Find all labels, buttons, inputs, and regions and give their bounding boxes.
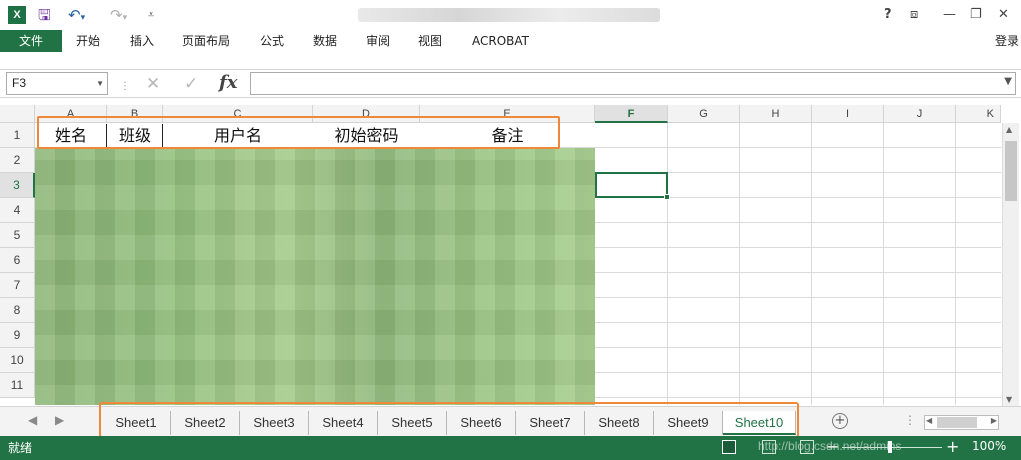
tab-file[interactable]: 文件 (0, 30, 62, 52)
sheet-tabs-highlight-box (99, 402, 799, 438)
column-header-k[interactable]: K (956, 105, 1001, 123)
row-header-3[interactable]: 3 (0, 173, 35, 198)
close-button[interactable]: ✕ (998, 5, 1009, 25)
gridline (667, 123, 668, 405)
save-icon[interactable]: 🖫 (38, 5, 51, 25)
title-bar: X 🖫 ↶▾ ↷▾ ⩡ ? ⧈ — ❐ ✕ (0, 0, 1021, 30)
help-button[interactable]: ? (884, 5, 892, 25)
column-header-i[interactable]: I (812, 105, 884, 123)
ribbon-tabs: 文件 开始 插入 页面布局 公式 数据 审阅 视图 ACROBAT 登录 (0, 30, 1021, 52)
column-header-h[interactable]: H (740, 105, 812, 123)
undo-icon[interactable]: ↶▾ (68, 5, 85, 28)
zoom-level[interactable]: 100% (972, 439, 1006, 453)
tab-view[interactable]: 视图 (418, 30, 442, 52)
header-highlight-box (37, 116, 560, 149)
normal-view-icon[interactable] (722, 440, 736, 454)
ribbon-collapsed-area (0, 52, 1021, 70)
row-header-6[interactable]: 6 (0, 248, 35, 273)
minimize-button[interactable]: — (943, 5, 956, 25)
tab-home[interactable]: 开始 (76, 30, 100, 52)
prev-sheet-icon[interactable]: ◀ (28, 413, 37, 427)
tab-acrobat[interactable]: ACROBAT (472, 30, 529, 52)
excel-icon: X (8, 6, 26, 24)
formula-bar: F3 ▼ ⋮ ✕ ✓ fx ▼ (0, 70, 1021, 98)
expand-formula-icon[interactable]: ▼ (1004, 76, 1012, 87)
tab-formulas[interactable]: 公式 (260, 30, 284, 52)
zoom-out-button[interactable]: − (826, 437, 839, 456)
more-dots-icon: ⋮ (120, 81, 130, 92)
status-bar: 就绪 http://blog.csdn.net/admins − + 100% (0, 436, 1021, 460)
row-header-8[interactable]: 8 (0, 298, 35, 323)
customize-icon[interactable]: ⩡ (148, 5, 154, 25)
row-header-1[interactable]: 1 (0, 123, 35, 148)
scroll-left-icon[interactable]: ◀ (926, 416, 932, 425)
insert-function-icon[interactable]: fx (219, 72, 237, 93)
scroll-down-icon[interactable]: ▼ (1006, 395, 1012, 404)
vertical-scrollbar[interactable]: ▲ ▼ (1002, 123, 1019, 406)
zoom-slider[interactable] (842, 447, 942, 448)
column-header-g[interactable]: G (668, 105, 740, 123)
horizontal-scrollbar[interactable]: ◀ ▶ (924, 415, 999, 430)
horizontal-scroll-thumb[interactable] (937, 417, 977, 428)
formula-input[interactable]: ▼ (250, 72, 1016, 95)
gridline (955, 123, 956, 405)
column-header-j[interactable]: J (884, 105, 956, 123)
row-header-7[interactable]: 7 (0, 273, 35, 298)
more-dots-icon: ⋮ (904, 413, 916, 427)
worksheet-grid[interactable]: A B C D E F G H I J K 1 2 3 4 5 6 7 8 9 … (0, 105, 1021, 405)
chevron-down-icon[interactable]: ▼ (96, 73, 104, 94)
gridline (811, 123, 812, 405)
name-box[interactable]: F3 ▼ (6, 72, 108, 95)
cancel-icon[interactable]: ✕ (146, 73, 160, 95)
tab-data[interactable]: 数据 (313, 30, 337, 52)
row-header-4[interactable]: 4 (0, 198, 35, 223)
row-header-11[interactable]: 11 (0, 373, 35, 398)
page-layout-view-icon[interactable] (762, 440, 776, 454)
vertical-scroll-thumb[interactable] (1005, 141, 1017, 201)
next-sheet-icon[interactable]: ▶ (55, 413, 64, 427)
column-header-f[interactable]: F (595, 105, 668, 123)
ribbon-display-icon[interactable]: ⧈ (910, 5, 918, 25)
row-header-5[interactable]: 5 (0, 223, 35, 248)
gridline (883, 123, 884, 405)
tab-insert[interactable]: 插入 (130, 30, 154, 52)
name-box-value: F3 (12, 76, 27, 90)
fill-handle[interactable] (664, 194, 670, 200)
status-ready: 就绪 (8, 441, 33, 455)
restore-button[interactable]: ❐ (970, 5, 982, 25)
scroll-up-icon[interactable]: ▲ (1006, 125, 1012, 134)
tab-review[interactable]: 审阅 (366, 30, 390, 52)
row-header-2[interactable]: 2 (0, 148, 35, 173)
enter-icon[interactable]: ✓ (184, 73, 198, 95)
add-sheet-button[interactable]: + (832, 413, 848, 429)
zoom-slider-knob[interactable] (888, 441, 892, 453)
redo-icon[interactable]: ↷▾ (110, 5, 127, 28)
row-header-9[interactable]: 9 (0, 323, 35, 348)
scroll-right-icon[interactable]: ▶ (991, 416, 997, 425)
sign-in-link[interactable]: 登录 (995, 30, 1019, 52)
tab-page-layout[interactable]: 页面布局 (182, 30, 230, 52)
zoom-in-button[interactable]: + (946, 437, 959, 456)
page-break-view-icon[interactable] (800, 440, 814, 454)
window-title-blurred (358, 8, 660, 22)
blurred-data-region (35, 148, 595, 405)
gridline (739, 123, 740, 405)
active-cell-f3[interactable] (595, 172, 668, 198)
select-all-corner[interactable] (0, 105, 35, 123)
row-header-10[interactable]: 10 (0, 348, 35, 373)
excel-window: X 🖫 ↶▾ ↷▾ ⩡ ? ⧈ — ❐ ✕ 文件 开始 插入 页面布局 公式 数… (0, 0, 1021, 460)
